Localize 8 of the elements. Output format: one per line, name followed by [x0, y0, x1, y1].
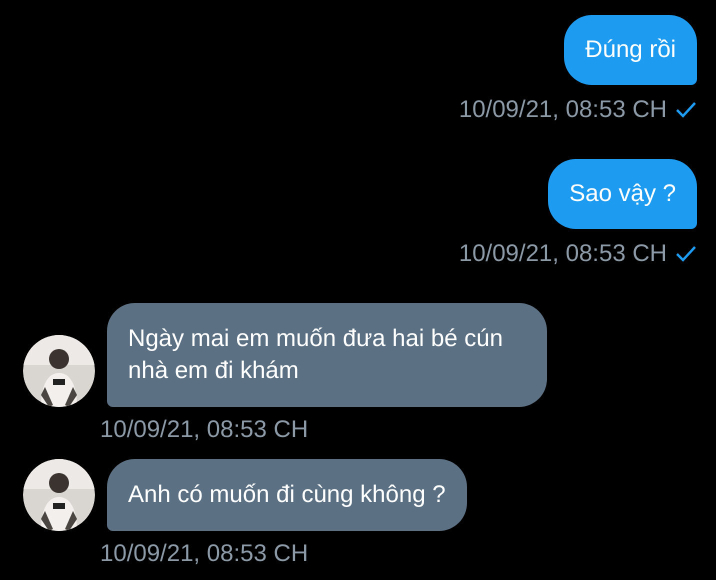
message-timestamp: 10/09/21, 08:53 CH	[458, 239, 667, 269]
message-bubble: Đúng rồi	[564, 15, 697, 85]
message-timestamp: 10/09/21, 08:53 CH	[100, 539, 308, 569]
message-bubble: Ngày mai em muốn đưa hai bé cún nhà em đi khám	[107, 303, 547, 407]
message-timestamp: 10/09/21, 08:53 CH	[100, 415, 308, 445]
message-timestamp: 10/09/21, 08:53 CH	[458, 95, 667, 125]
message-bubble: Sao vậy ?	[548, 159, 697, 229]
message-bubble: Anh có muốn đi cùng không ?	[107, 459, 467, 531]
